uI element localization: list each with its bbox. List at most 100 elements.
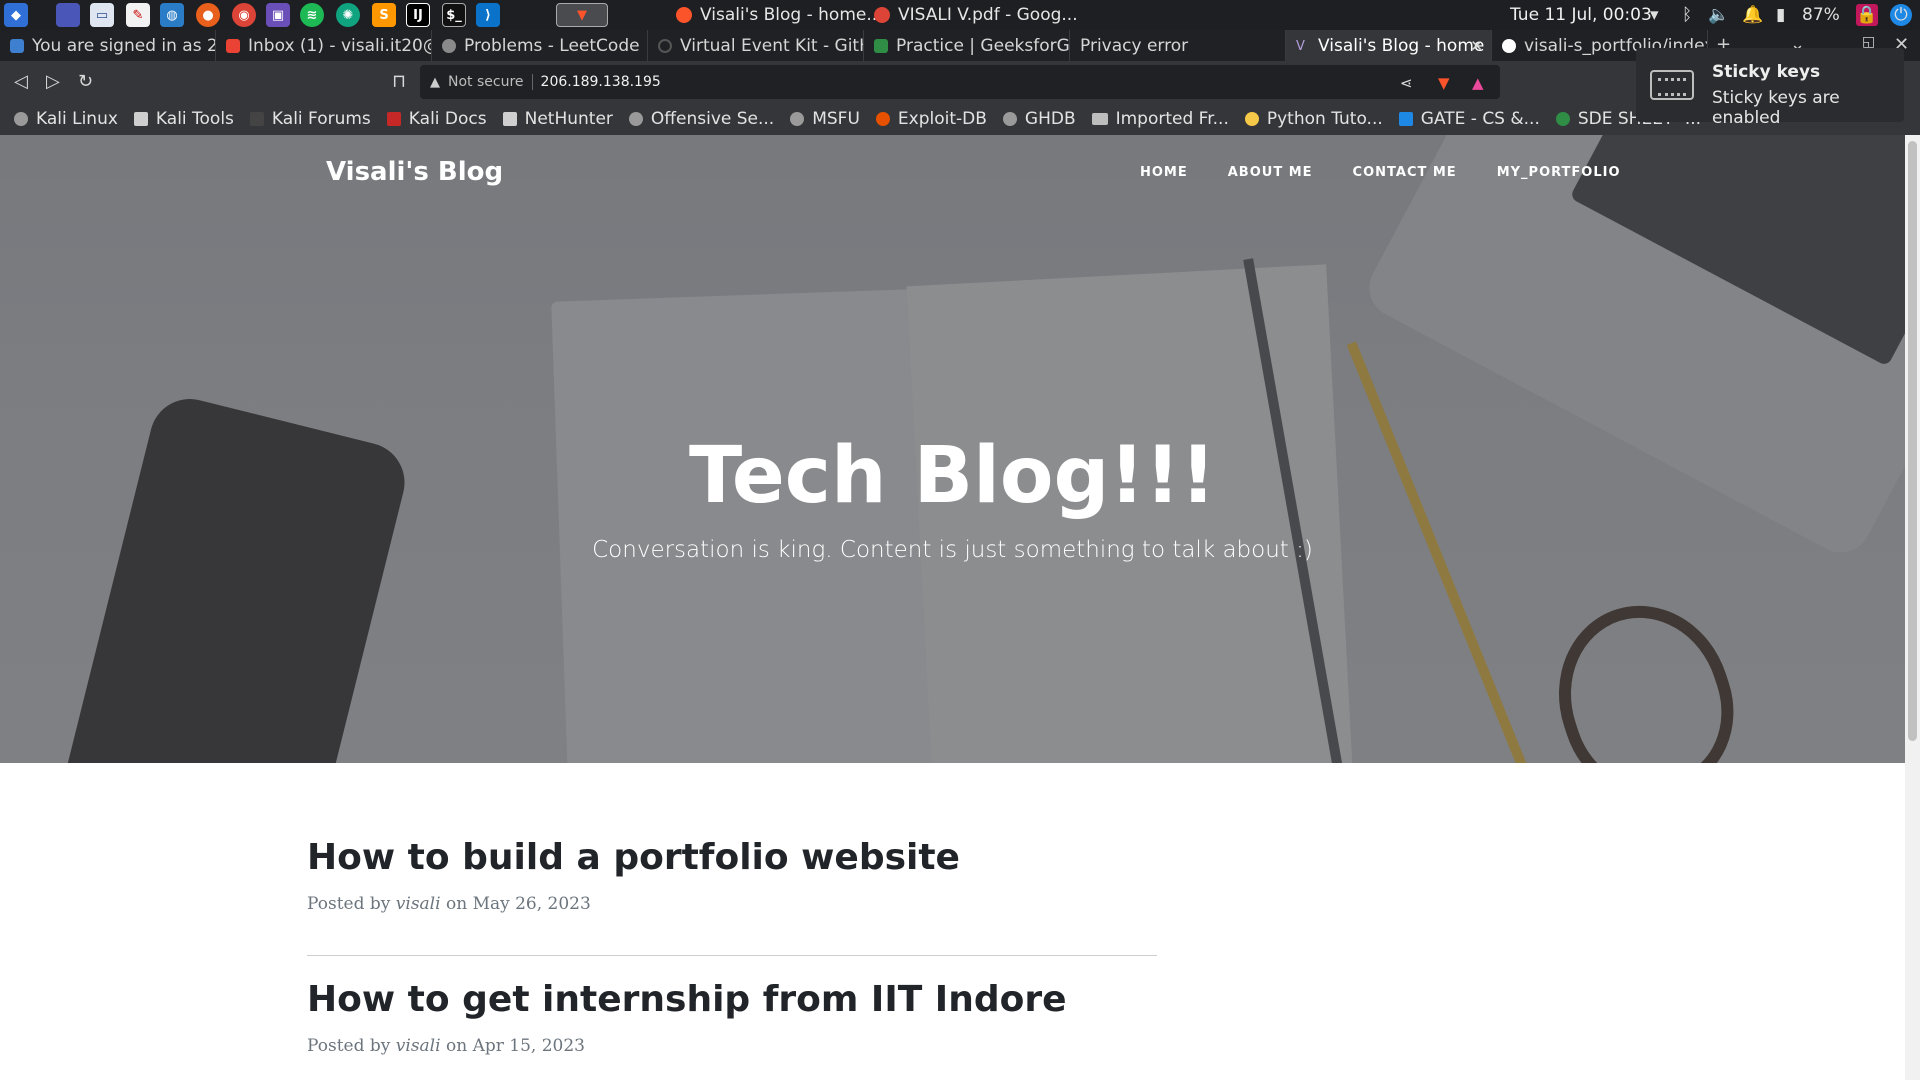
nav-my-portfolio[interactable]: MY_PORTFOLIO — [1497, 165, 1621, 180]
terminal-icon[interactable]: $_ — [442, 3, 466, 27]
post-date: May 26, 2023 — [472, 894, 591, 914]
post-preview[interactable]: How to get internship from IIT Indore Po… — [307, 979, 1157, 1056]
warning-icon[interactable]: ▲ — [430, 75, 440, 90]
post-date: Apr 15, 2023 — [472, 1036, 585, 1056]
bookmark-python-tutorial[interactable]: Python Tuto... — [1244, 109, 1383, 129]
post-title[interactable]: How to build a portfolio website — [307, 837, 1157, 878]
nav-about-me[interactable]: ABOUT ME — [1228, 165, 1313, 180]
gmail-icon — [226, 38, 240, 53]
page-scrollbar[interactable] — [1905, 135, 1920, 1080]
bookmark-kali-docs[interactable]: Kali Docs — [386, 109, 487, 129]
os-top-panel: ◆ ▭ ✎ ◍ ● ◉ ▣ ≋ ✺ S IJ $_ ⟩ ▼ Visali's B… — [0, 0, 1920, 30]
brave-shields-icon[interactable]: ▼ — [1438, 74, 1450, 92]
site-nav: HOME ABOUT ME CONTACT ME MY_PORTFOLIO — [1140, 165, 1621, 180]
bookmark-icon[interactable]: ⊓ — [392, 71, 406, 92]
close-tab-icon[interactable]: ✕ — [1470, 37, 1483, 55]
workspace-icon[interactable] — [56, 3, 80, 27]
forward-icon[interactable]: ▷ — [46, 71, 60, 92]
kali-dragon-icon — [249, 112, 264, 126]
globe-icon — [1002, 112, 1017, 126]
tab-visali-blog[interactable]: V Visali's Blog - home ✕ — [1286, 30, 1492, 61]
tab-gfg[interactable]: Practice | GeeksforGeel — [864, 30, 1070, 61]
bookmark-nethunter[interactable]: NetHunter — [502, 109, 613, 129]
battery-icon[interactable]: ▮ — [1776, 4, 1785, 26]
post-preview[interactable]: How to build a portfolio website Posted … — [307, 837, 1157, 914]
globe-icon — [628, 112, 643, 126]
browser-globe-icon[interactable]: ◍ — [160, 3, 184, 27]
taskbar-window-blog[interactable]: Visali's Blog - home... — [676, 0, 883, 30]
exploit-db-icon — [875, 112, 890, 126]
bookmark-kali-forums[interactable]: Kali Forums — [249, 109, 371, 129]
notification-title: Sticky keys — [1712, 62, 1821, 82]
lock-screen-icon[interactable]: 🔒 — [1856, 4, 1878, 26]
bluetooth-icon[interactable]: ᛒ — [1682, 4, 1692, 26]
url-text[interactable]: 206.189.138.195 — [541, 74, 661, 90]
wifi-icon[interactable]: ▾ — [1650, 4, 1659, 26]
scrollbar-thumb[interactable] — [1908, 141, 1917, 741]
github-icon — [1502, 38, 1516, 53]
vscode-icon[interactable]: ⟩ — [476, 3, 500, 27]
sticky-keys-notification[interactable]: Sticky keys Sticky keys are enabled — [1636, 48, 1904, 128]
bookmark-kali-tools[interactable]: Kali Tools — [133, 109, 234, 129]
screen-icon[interactable]: ▣ — [266, 3, 290, 27]
hero-banner: Visali's Blog HOME ABOUT ME CONTACT ME M… — [0, 135, 1905, 763]
browser-tab-strip: You are signed in as 20 Inbox (1) - visa… — [0, 30, 1920, 61]
tab-vtop[interactable]: You are signed in as 20 — [0, 30, 216, 61]
power-icon[interactable]: ⏻ — [1890, 4, 1912, 26]
gfg-icon — [1555, 112, 1570, 126]
taskbar-window-pdf[interactable]: VISALI V.pdf - Goog... — [874, 0, 1078, 30]
post-author[interactable]: visali — [396, 894, 441, 914]
post-title[interactable]: How to get internship from IIT Indore — [307, 979, 1157, 1020]
sublime-icon[interactable]: S — [372, 3, 396, 27]
app-menu-icon[interactable]: ◆ — [4, 3, 28, 27]
nav-home[interactable]: HOME — [1140, 165, 1188, 180]
bookmarks-bar: Kali Linux Kali Tools Kali Forums Kali D… — [0, 103, 1920, 135]
address-bar[interactable]: ▲ Not secure 206.189.138.195 ⋖ ▼ ▲ — [420, 65, 1500, 99]
spotify-icon[interactable]: ≋ — [300, 3, 324, 27]
reload-icon[interactable]: ↻ — [78, 71, 93, 92]
post-author[interactable]: visali — [396, 1036, 441, 1056]
nethunter-icon — [502, 112, 517, 126]
nav-contact-me[interactable]: CONTACT ME — [1353, 165, 1457, 180]
kali-icon — [14, 112, 28, 126]
brave-rewards-icon[interactable]: ▲ — [1472, 74, 1484, 92]
keyboard-icon — [1650, 70, 1694, 100]
globe-icon — [442, 38, 456, 53]
tab-leetcode[interactable]: Problems - LeetCode — [432, 30, 648, 61]
bookmark-exploit-db[interactable]: Exploit-DB — [875, 109, 987, 129]
volume-icon[interactable]: 🔈 — [1708, 4, 1729, 26]
bookmark-ghdb[interactable]: GHDB — [1002, 109, 1076, 129]
tab-github-event[interactable]: Virtual Event Kit - GitHu — [648, 30, 864, 61]
bookmark-kali-linux[interactable]: Kali Linux — [14, 109, 118, 129]
clock[interactable]: Tue 11 Jul, 00:03 — [1510, 0, 1652, 30]
notification-body: Sticky keys are enabled — [1712, 88, 1840, 128]
divider — [531, 74, 533, 90]
brave-window-icon[interactable]: ▼ — [556, 3, 608, 27]
post-divider — [307, 955, 1157, 956]
page-viewport: Visali's Blog HOME ABOUT ME CONTACT ME M… — [0, 135, 1905, 1080]
browser-toolbar: ◁ ▷ ↻ ⊓ ▲ Not secure 206.189.138.195 ⋖ ▼… — [0, 61, 1920, 103]
chatgpt-icon[interactable]: ✺ — [336, 3, 360, 27]
brave-icon — [676, 7, 692, 23]
file-manager-icon[interactable]: ▭ — [90, 3, 114, 27]
intellij-icon[interactable]: IJ — [406, 3, 430, 27]
firefox-icon[interactable]: ● — [196, 3, 220, 27]
python-icon — [1244, 112, 1259, 126]
share-icon[interactable]: ⋖ — [1400, 74, 1413, 92]
kali-icon — [133, 112, 148, 126]
text-editor-icon[interactable]: ✎ — [126, 3, 150, 27]
bookmark-offensive-security[interactable]: Offensive Se... — [628, 109, 774, 129]
site-brand[interactable]: Visali's Blog — [326, 157, 503, 187]
bookmark-msfu[interactable]: MSFU — [790, 109, 860, 129]
tab-gmail[interactable]: Inbox (1) - visali.it20@b — [216, 30, 432, 61]
back-icon[interactable]: ◁ — [14, 71, 28, 92]
notifications-icon[interactable]: 🔔 — [1742, 4, 1763, 26]
security-label[interactable]: Not secure — [448, 74, 524, 90]
bookmark-imported-folder[interactable]: Imported Fr... — [1091, 109, 1229, 129]
docs-icon — [386, 112, 401, 126]
site-favicon-icon — [10, 38, 24, 53]
chrome-icon[interactable]: ◉ — [232, 3, 256, 27]
tab-privacy-error[interactable]: Privacy error — [1070, 30, 1286, 61]
folder-icon — [1091, 113, 1108, 125]
bookmark-gate-cs[interactable]: GATE - CS &... — [1398, 109, 1540, 129]
